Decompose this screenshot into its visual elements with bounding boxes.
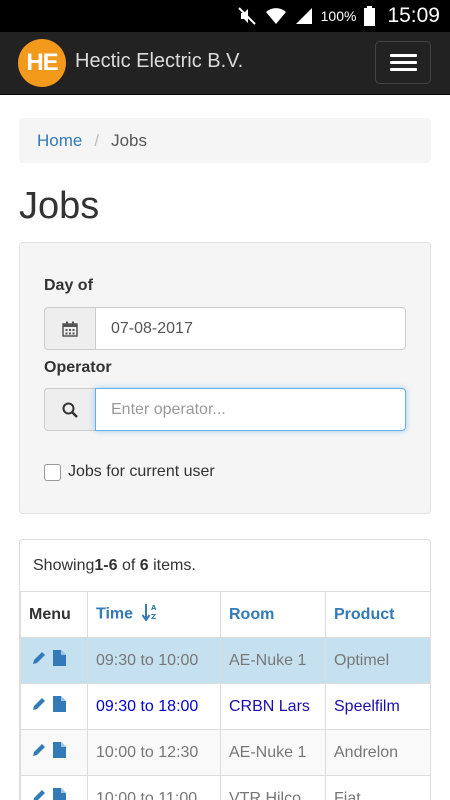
day-of-input-group: 07-08-2017 <box>44 307 406 350</box>
cell-product: Speelfilm <box>325 683 430 730</box>
sort-ascending-icon: AZ <box>141 603 158 626</box>
current-user-label: Jobs for current user <box>68 463 215 480</box>
table-row[interactable]: 09:30 to 18:00 CRBN Lars Speelfilm <box>20 683 432 730</box>
svg-text:Z: Z <box>151 613 156 621</box>
row-actions <box>20 729 88 776</box>
day-of-field[interactable]: 07-08-2017 <box>95 307 406 350</box>
cell-overflow <box>431 730 432 776</box>
pencil-icon[interactable] <box>31 788 47 800</box>
pencil-icon[interactable] <box>31 650 47 671</box>
cell-time: 09:30 to 10:00 <box>87 637 221 684</box>
file-icon[interactable] <box>53 650 66 671</box>
summary-range: 1-6 <box>94 556 118 574</box>
jobs-grid: Showing 1-6 of 6 items. Menu Time AZ Roo… <box>19 539 431 800</box>
operator-label: Operator <box>44 359 112 376</box>
pencil-icon[interactable] <box>31 742 47 763</box>
breadcrumb: Home / Jobs <box>19 118 431 163</box>
column-header-overflow <box>431 592 432 638</box>
cell-overflow <box>431 638 432 684</box>
column-header-room[interactable]: Room <box>220 591 326 638</box>
cell-overflow <box>431 684 432 730</box>
signal-icon <box>295 7 313 25</box>
row-actions <box>20 775 88 800</box>
operator-input[interactable]: Enter operator... <box>95 388 406 431</box>
wifi-icon <box>265 7 287 25</box>
summary-prefix: Showing <box>33 556 95 574</box>
table-row[interactable]: 10:00 to 12:30 AE-Nuke 1 Andrelon <box>20 729 432 776</box>
status-bar: 100% 15:09 <box>0 0 450 32</box>
column-header-time-label: Time <box>96 605 134 623</box>
breadcrumb-home-link[interactable]: Home <box>37 131 82 151</box>
cell-time: 10:00 to 11:00 <box>87 775 221 800</box>
hamburger-menu-button[interactable] <box>375 41 431 84</box>
column-header-product[interactable]: Product <box>325 591 430 638</box>
hamburger-icon-bar <box>389 61 417 64</box>
battery-icon <box>364 6 376 26</box>
navbar: HE Hectic Electric B.V. <box>0 32 450 95</box>
current-user-checkbox[interactable] <box>44 463 61 481</box>
brand-logo[interactable]: HE <box>18 39 66 87</box>
battery-percent: 100% <box>320 8 357 24</box>
cell-overflow <box>431 776 432 800</box>
cell-product: Andrelon <box>325 729 430 776</box>
svg-text:A: A <box>151 604 157 612</box>
row-actions <box>20 637 88 684</box>
row-actions <box>20 683 88 730</box>
breadcrumb-separator: / <box>94 130 100 150</box>
column-header-menu: Menu <box>20 591 88 638</box>
operator-input-group: Enter operator... <box>44 388 406 431</box>
grid-summary: Showing 1-6 of 6 items. <box>20 540 430 591</box>
hamburger-icon-bar <box>389 68 417 71</box>
filter-panel: Day of 07-08-2017 Operator Enter operato… <box>19 242 431 514</box>
cell-time: 09:30 to 18:00 <box>87 683 221 730</box>
day-of-label: Day of <box>44 277 93 294</box>
clock: 15:09 <box>387 4 440 27</box>
summary-total: 6 <box>139 556 149 574</box>
cell-product: Optimel <box>325 637 430 684</box>
cell-room: VTR Hilco <box>220 775 326 800</box>
file-icon[interactable] <box>53 788 66 800</box>
table-row[interactable]: 10:00 to 11:00 VTR Hilco Fiat <box>20 775 432 800</box>
calendar-icon[interactable] <box>44 307 95 350</box>
mute-icon <box>237 6 257 26</box>
summary-mid: of <box>117 556 140 574</box>
pencil-icon[interactable] <box>31 696 47 717</box>
file-icon[interactable] <box>53 742 66 763</box>
table-row[interactable]: 09:30 to 10:00 AE-Nuke 1 Optimel <box>20 637 432 684</box>
file-icon[interactable] <box>53 696 66 717</box>
column-header-time[interactable]: Time AZ <box>87 591 221 638</box>
table-header-row: Menu Time AZ Room Product <box>20 591 432 638</box>
current-user-filter[interactable]: Jobs for current user <box>44 463 215 481</box>
jobs-table: Menu Time AZ Room Product 09:30 to 10:00 <box>20 591 432 800</box>
hamburger-icon-bar <box>389 54 417 57</box>
cell-product: Fiat <box>325 775 430 800</box>
brand-name[interactable]: Hectic Electric B.V. <box>75 50 243 73</box>
cell-room: AE-Nuke 1 <box>220 729 326 776</box>
cell-room: AE-Nuke 1 <box>220 637 326 684</box>
search-icon <box>44 388 95 431</box>
cell-room: CRBN Lars <box>220 683 326 730</box>
breadcrumb-current: Jobs <box>111 130 148 150</box>
page-title: Jobs <box>19 185 100 227</box>
cell-time: 10:00 to 12:30 <box>87 729 221 776</box>
summary-suffix: items. <box>148 556 196 574</box>
